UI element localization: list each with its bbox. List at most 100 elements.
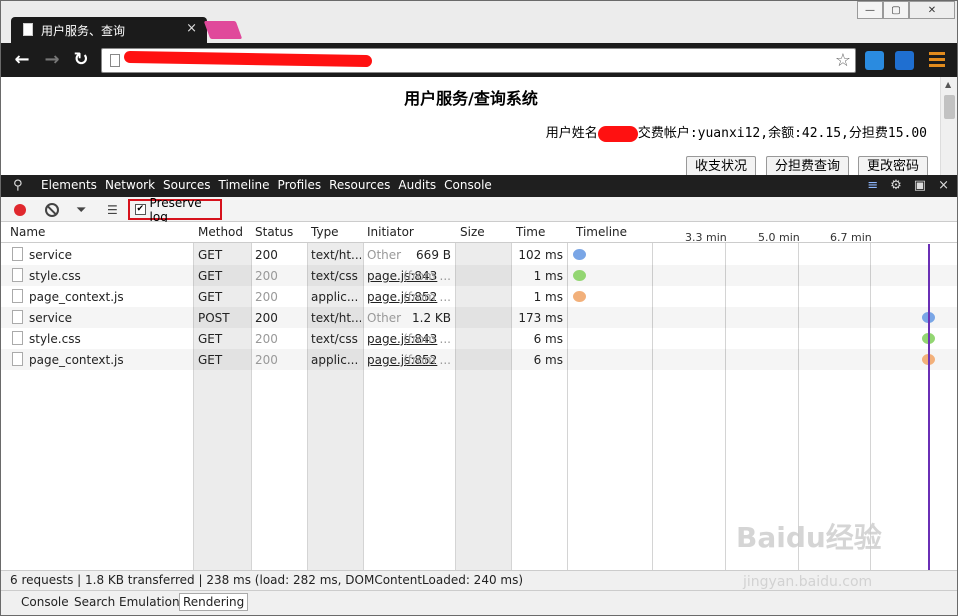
scroll-up-icon[interactable]: ▲ (945, 80, 951, 89)
cell-status: 200 (255, 248, 278, 262)
table-row[interactable]: style.css GET 200 text/css page.js:843 (from … (1, 328, 957, 349)
filter-icon[interactable]: ⏷ (76, 203, 86, 218)
drawer-tab-console[interactable]: Console (21, 595, 69, 609)
forward-icon[interactable]: → (41, 49, 63, 71)
address-bar[interactable]: ☆ (101, 48, 856, 73)
devtools-actions: ≡ ⚙ ▣ × (867, 178, 949, 193)
close-tab-icon[interactable]: × (186, 21, 197, 36)
redacted-url (123, 50, 373, 68)
bookmark-star-icon[interactable]: ☆ (835, 50, 851, 71)
record-icon[interactable] (14, 204, 26, 216)
timeline-tick: 6.7 min (830, 231, 872, 244)
reload-icon[interactable]: ↻ (70, 49, 92, 71)
cell-name: page_context.js (29, 290, 124, 304)
cell-time: 6 ms (533, 332, 563, 346)
change-password-button[interactable]: 更改密码 (858, 156, 929, 175)
user-name-label: 用户姓名 (545, 126, 598, 141)
close-window-button[interactable]: ✕ (909, 1, 955, 19)
column-timeline[interactable]: Timeline (576, 225, 627, 239)
checkmark-icon[interactable]: ✔ (135, 204, 146, 215)
file-icon (12, 352, 23, 366)
cell-time: 102 ms (518, 248, 563, 262)
income-status-button[interactable]: 收支状况 (686, 156, 757, 175)
user-info: 用户姓名 交费帐户:yuanxi12,余额:42.15,分担费15.00 (546, 122, 927, 142)
cell-type: applic... (311, 290, 359, 304)
account-info: 交费帐户:yuanxi12,余额:42.15,分担费15.00 (637, 126, 927, 141)
cell-size: (from ... (403, 332, 451, 346)
cell-type: text/ht... (311, 311, 361, 325)
cell-name: style.css (29, 332, 81, 346)
drawer-tab-emulation[interactable]: Emulation (119, 595, 180, 609)
timeline-tick: 3.3 min (685, 231, 727, 244)
file-icon (12, 268, 23, 282)
tab-elements[interactable]: Elements (41, 178, 97, 192)
cell-time: 6 ms (533, 353, 563, 367)
column-type[interactable]: Type (311, 225, 339, 239)
share-fee-query-button[interactable]: 分担费查询 (766, 156, 850, 175)
table-row[interactable]: service GET 200 text/ht... Other 669 B 102 ms (1, 244, 957, 265)
close-devtools-icon[interactable]: × (938, 178, 949, 193)
file-icon (12, 247, 23, 261)
maximize-button[interactable]: ▢ (883, 1, 909, 19)
devtools-tabs: Elements Network Sources Timeline Profil… (41, 178, 500, 192)
back-icon[interactable]: ← (11, 49, 33, 71)
devtools-drawer: Console Search Emulation Rendering (1, 590, 957, 615)
tab-audits[interactable]: Audits (398, 178, 436, 192)
tab-network[interactable]: Network (105, 178, 155, 192)
drawer-tab-search[interactable]: Search (74, 595, 115, 609)
tab-title: 用户服务、查询 (41, 24, 126, 38)
settings-gear-icon[interactable]: ⚙ (890, 178, 902, 193)
grid-header: Name Method Status Type Initiator Size T… (1, 222, 957, 244)
cell-method: GET (198, 248, 223, 262)
page-title: 用户服务/查询系统 (404, 89, 538, 108)
cell-type: text/css (311, 332, 358, 346)
column-size[interactable]: Size (460, 225, 485, 239)
timeline-bar (573, 270, 586, 281)
table-row[interactable]: service POST 200 text/ht... Other 1.2 KB 173 m… (1, 307, 957, 328)
load-event-marker (928, 244, 930, 570)
title-bar: 用户服务、查询 × — ▢ ✕ (1, 1, 957, 43)
minimize-button[interactable]: — (857, 1, 883, 19)
chrome-menu-icon[interactable] (929, 52, 945, 68)
table-row[interactable]: page_context.js GET 200 applic... page.js:85… (1, 349, 957, 370)
table-row[interactable]: page_context.js GET 200 applic... page.js:85… (1, 286, 957, 307)
file-icon (12, 331, 23, 345)
extension-icon[interactable] (895, 51, 914, 70)
baidu-watermark-url: jingyan.baidu.com (743, 574, 873, 590)
column-status[interactable]: Status (255, 225, 293, 239)
new-tab-button[interactable] (203, 21, 243, 39)
drawer-tab-rendering[interactable]: Rendering (179, 593, 249, 611)
column-initiator[interactable]: Initiator (367, 225, 414, 239)
scrollbar-thumb[interactable] (944, 95, 955, 119)
inspect-search-icon[interactable]: ⚲ (13, 178, 23, 193)
browser-tab[interactable]: 用户服务、查询 × (11, 17, 207, 43)
clear-icon[interactable] (45, 203, 59, 217)
tab-timeline[interactable]: Timeline (219, 178, 270, 192)
cell-time: 1 ms (533, 290, 563, 304)
page-icon (23, 23, 33, 36)
column-method[interactable]: Method (198, 225, 243, 239)
browser-toolbar: ← → ↻ ☆ (1, 43, 957, 77)
redacted-name (597, 125, 638, 142)
extension-icon[interactable] (865, 51, 884, 70)
preserve-log-checkbox[interactable]: ✔ Preserve log (128, 196, 222, 224)
browser-window: 用户服务、查询 × — ▢ ✕ ← → ↻ ☆ 用户服务/查询系统 用户姓名 交费… (0, 0, 958, 616)
tab-sources[interactable]: Sources (163, 178, 210, 192)
cell-type: text/css (311, 269, 358, 283)
large-rows-icon[interactable]: ☰ (107, 203, 118, 217)
cell-method: GET (198, 290, 223, 304)
show-drawer-icon[interactable]: ≡ (867, 178, 878, 193)
tab-profiles[interactable]: Profiles (278, 178, 322, 192)
cell-size: 669 B (416, 248, 451, 262)
network-toolbar: ⏷ ☰ ✔ Preserve log (1, 196, 957, 224)
dock-icon[interactable]: ▣ (914, 178, 926, 193)
tab-console[interactable]: Console (444, 178, 492, 192)
column-name[interactable]: Name (10, 225, 45, 239)
cell-type: text/ht... (311, 248, 361, 262)
column-time[interactable]: Time (516, 225, 545, 239)
tab-resources[interactable]: Resources (329, 178, 390, 192)
vertical-scrollbar[interactable]: ▲ (940, 77, 957, 175)
table-row[interactable]: style.css GET 200 text/css page.js:843 (from … (1, 265, 957, 286)
cell-method: POST (198, 311, 230, 325)
devtools-tabbar: ⚲ Elements Network Sources Timeline Prof… (1, 175, 957, 197)
